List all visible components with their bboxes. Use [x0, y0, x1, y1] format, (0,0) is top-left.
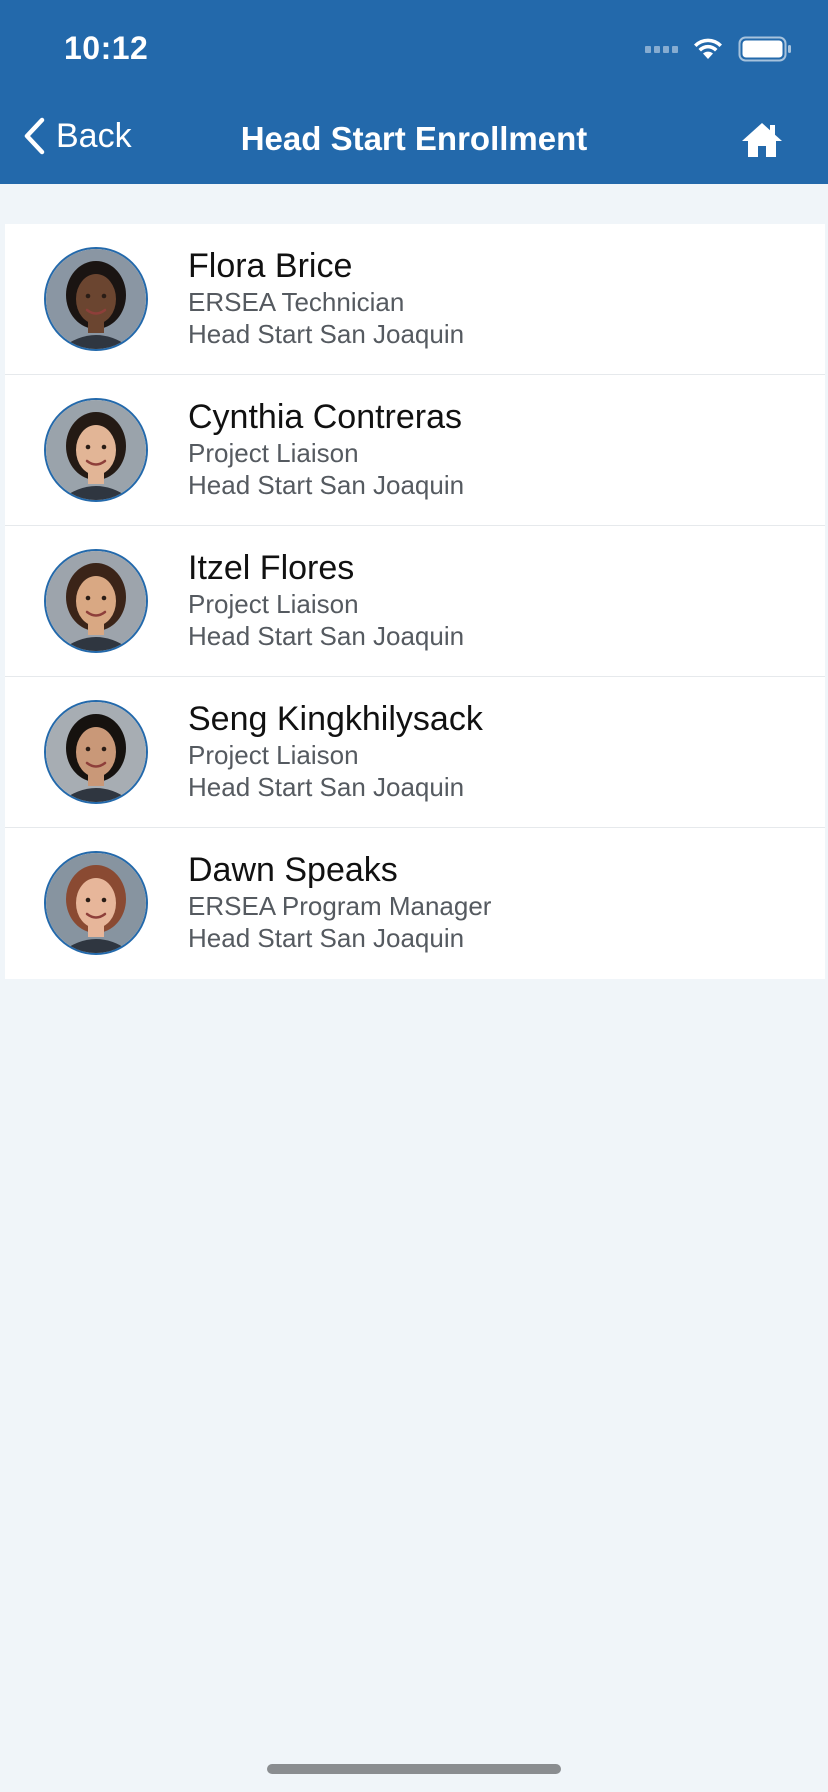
avatar	[44, 247, 148, 351]
contact-list: Flora Brice ERSEA Technician Head Start Sa…	[5, 224, 825, 979]
avatar	[44, 851, 148, 955]
home-icon	[742, 123, 782, 157]
contact-role: Project Liaison	[188, 740, 359, 770]
app-header: 10:12 Back Head Start Enrollment	[0, 0, 828, 184]
avatar	[44, 398, 148, 502]
contact-row[interactable]: Cynthia Contreras Project Liaison Head Sta…	[5, 375, 825, 526]
home-indicator[interactable]	[267, 1764, 561, 1774]
contact-organization: Head Start San Joaquin	[188, 621, 465, 651]
contact-row[interactable]: Dawn Speaks ERSEA Program Manager Head Sta…	[5, 828, 825, 979]
wifi-icon	[694, 38, 722, 59]
cellular-signal-icon	[645, 45, 678, 53]
contact-name: Cynthia Contreras	[188, 398, 463, 436]
contact-name: Seng Kingkhilysack	[188, 700, 483, 738]
contact-organization: Head Start San Joaquin	[188, 470, 465, 500]
contact-name: Dawn Speaks	[188, 851, 398, 889]
contact-organization: Head Start San Joaquin	[188, 923, 465, 953]
contact-row[interactable]: Itzel Flores Project Liaison Head Start Sa…	[5, 526, 825, 677]
back-button[interactable]: Back	[22, 116, 132, 156]
contact-role: ERSEA Program Manager	[188, 891, 492, 921]
home-button[interactable]	[740, 120, 784, 160]
status-icons	[645, 36, 792, 62]
contact-role: ERSEA Technician	[188, 287, 405, 317]
status-time: 10:12	[64, 30, 149, 66]
contact-role: Project Liaison	[188, 589, 359, 619]
contact-organization: Head Start San Joaquin	[188, 319, 465, 349]
contact-role: Project Liaison	[188, 438, 359, 468]
back-label: Back	[56, 116, 132, 155]
chevron-left-icon	[24, 117, 45, 155]
contact-name: Itzel Flores	[188, 549, 355, 587]
contact-row[interactable]: Flora Brice ERSEA Technician Head Start Sa…	[5, 224, 825, 375]
battery-icon	[738, 36, 791, 62]
avatar	[44, 700, 148, 804]
contact-organization: Head Start San Joaquin	[188, 772, 465, 802]
contact-row[interactable]: Seng Kingkhilysack Project Liaison Head St…	[5, 677, 825, 828]
contact-name: Flora Brice	[188, 247, 353, 285]
avatar	[44, 549, 148, 653]
